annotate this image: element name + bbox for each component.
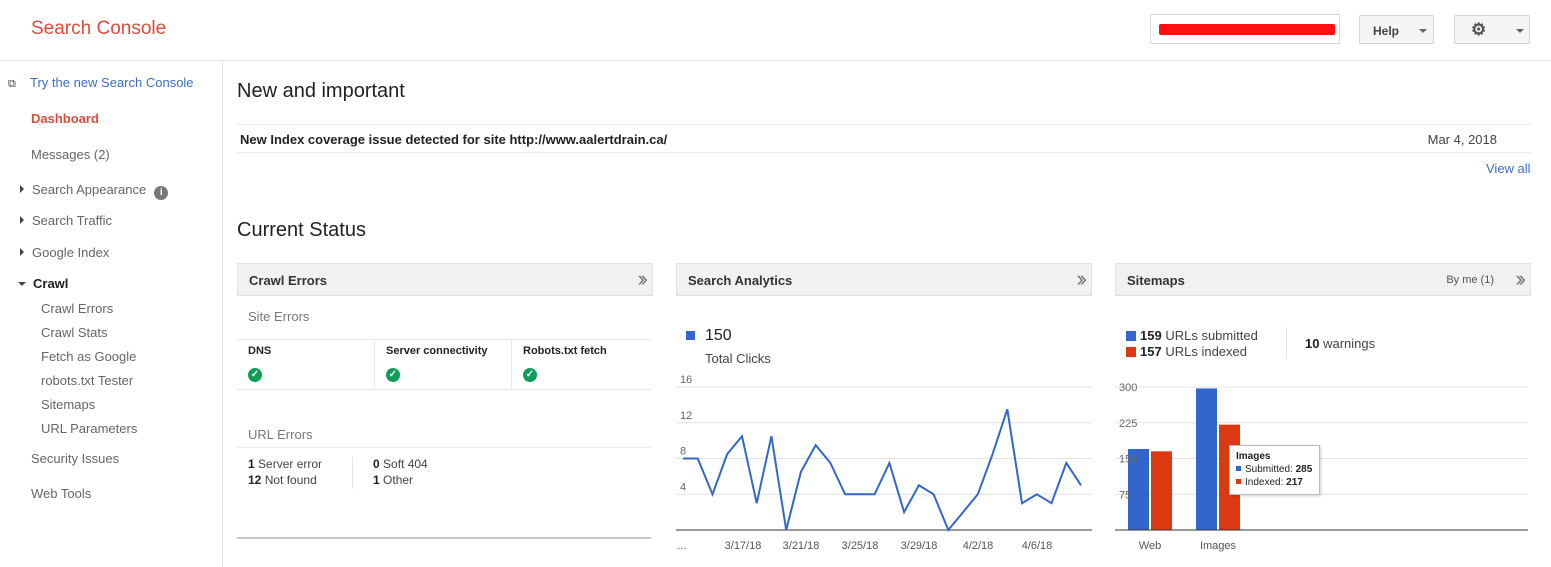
legend-swatch <box>1236 466 1241 471</box>
y-tick-label: 8 <box>680 446 686 458</box>
y-tick-label: 16 <box>680 374 692 386</box>
x-tick-label: Web <box>1139 540 1161 552</box>
y-tick-label: 12 <box>680 410 692 422</box>
sitemaps-bar-chart: Web Images 75 150 225 300 <box>1115 382 1528 552</box>
tooltip-title: Images <box>1236 451 1271 462</box>
y-tick-label: 75 <box>1119 489 1131 501</box>
tooltip-indexed: Indexed: 217 <box>1236 477 1303 488</box>
x-tick-label: 4/6/18 <box>1022 540 1053 552</box>
x-tick-label: 3/17/18 <box>725 540 762 552</box>
bar <box>1151 451 1172 530</box>
y-tick-label: 225 <box>1119 418 1137 430</box>
legend-swatch <box>1236 479 1241 484</box>
y-tick-label: 300 <box>1119 382 1137 394</box>
search-analytics-line-chart: 4 8 12 16... 3/17/18 3/21/18 3/25/18 3/29/18 4/2… <box>676 374 1092 552</box>
series-line <box>683 408 1082 532</box>
x-tick-label: 3/29/18 <box>901 540 938 552</box>
tooltip-submitted-label: Submitted: <box>1245 464 1293 475</box>
bar <box>1196 388 1217 530</box>
x-tick-label: ... <box>677 540 686 552</box>
tooltip-indexed-label: Indexed: <box>1245 477 1284 488</box>
x-tick-label: 4/2/18 <box>963 540 994 552</box>
tooltip-indexed-value: 217 <box>1286 477 1303 488</box>
x-tick-label: 3/21/18 <box>783 540 820 552</box>
x-tick-label: 3/25/18 <box>842 540 879 552</box>
y-tick-label: 150 <box>1119 454 1137 466</box>
chart-tooltip: Images Submitted: 285 Indexed: 217 <box>1229 445 1320 495</box>
tooltip-submitted: Submitted: 285 <box>1236 464 1312 475</box>
y-tick-label: 4 <box>680 481 686 493</box>
tooltip-submitted-value: 285 <box>1295 464 1313 475</box>
x-tick-label: Images <box>1200 540 1237 552</box>
